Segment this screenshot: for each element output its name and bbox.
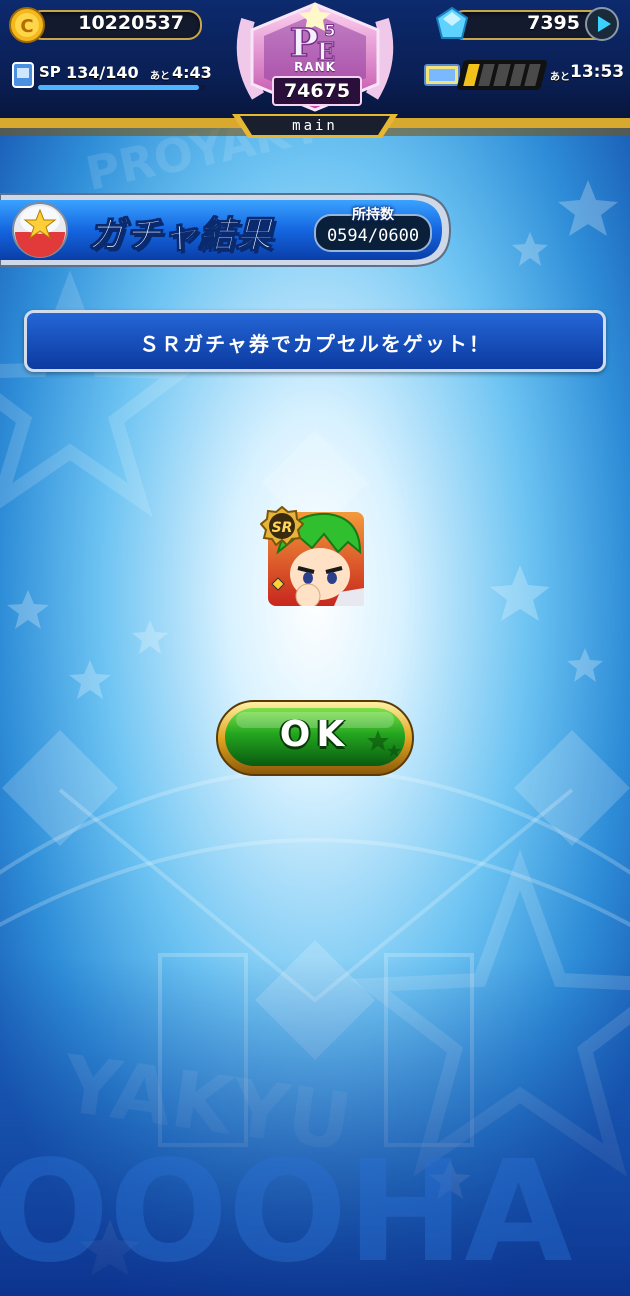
sr-rarity-label: SR [272,520,293,536]
sp-card-icon [12,62,34,88]
main-tab-label: main [292,118,338,134]
stamina-gauge[interactable]: あと 13:53 [424,58,624,92]
ok-label: OK [279,714,351,755]
gacha-result-header: ガチャ結果 所持数 0594/0600 [0,190,452,270]
result-message-banner: ＳＲガチャ券でカプセルをゲット！ [24,310,606,372]
stamina-segment [463,64,480,86]
owned-label: 所持数 [352,207,394,223]
owned-value: 0594/0600 [326,226,420,246]
capsule-icon [12,202,68,258]
ticket-icon [424,64,460,86]
ok-button[interactable]: OK [216,700,414,778]
sr-rarity-badge: SR [260,506,304,546]
sp-timer: 4:43 [172,63,212,82]
sp-label: SP [39,63,61,81]
svg-text:C: C [20,16,33,37]
sp-bar-track [38,85,206,90]
main-tab[interactable]: main [232,114,398,140]
stamina-segment [508,64,526,86]
sp-bar-fill [38,85,199,90]
rank-value: 74675 [283,80,351,102]
coin-counter[interactable]: C 10220537 [8,6,204,44]
sp-ato-label: あと [150,71,170,82]
gem-shop-play-icon[interactable] [584,6,620,42]
result-message: ＳＲガチャ券でカプセルをゲット！ [139,332,491,356]
rank-label: RANK [294,60,336,74]
rank-letter-p: P [290,20,319,64]
stamina-segments [463,64,541,86]
stamina-bar [456,60,548,90]
rank-emblem[interactable]: P E 5 RANK 74675 [228,0,402,118]
gem-counter[interactable]: 7395 [434,6,624,44]
stamina-segment [493,64,511,86]
svg-text:ОООНА: ОООНА [0,1131,573,1294]
rank-letter-sup: 5 [324,21,335,40]
coin-icon: C [9,7,45,43]
gem-amount: 7395 [527,12,580,34]
reward-card[interactable]: SR [260,506,364,606]
gem-icon [435,6,469,39]
stamina-segment [524,64,541,86]
coin-amount: 10220537 [78,12,184,34]
sp-value: 134/140 [66,63,139,82]
stamina-ato-label: あと [550,72,570,83]
sp-gauge[interactable]: SP 134/140 あと 4:43 [12,60,212,94]
gacha-title: ガチャ結果 [88,215,273,257]
stamina-timer: 13:53 [570,62,625,82]
stamina-segment [478,64,496,86]
rank-badge: P E 5 [289,19,336,64]
